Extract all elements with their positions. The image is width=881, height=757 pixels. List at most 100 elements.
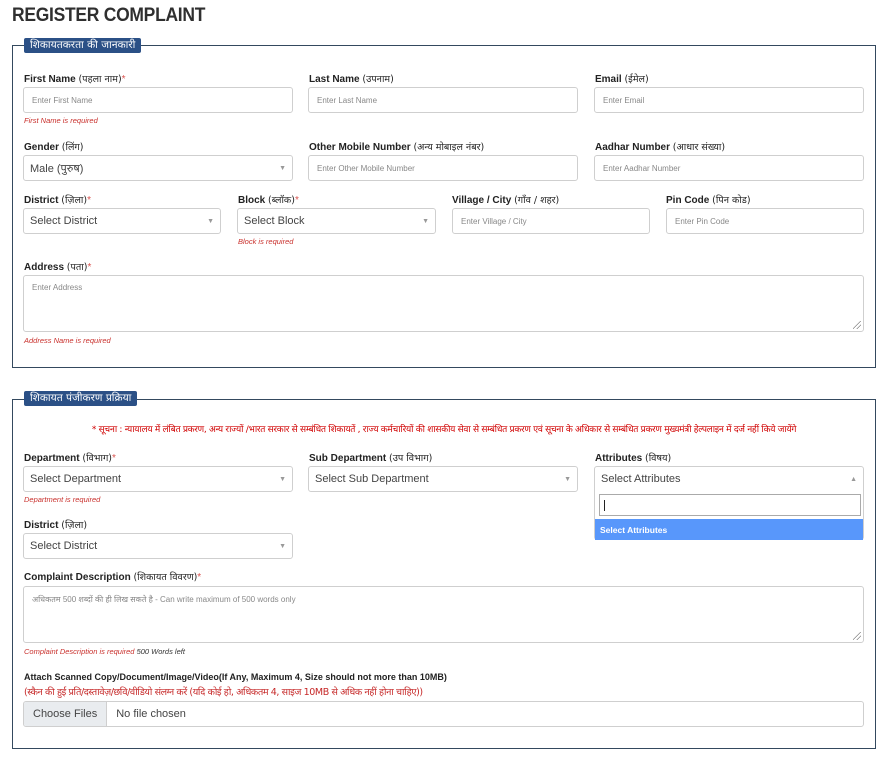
district-select[interactable]: Select District ▼ (23, 208, 221, 234)
chevron-down-icon: ▼ (422, 217, 429, 225)
village-label-hi: (गाँव / शहर) (514, 195, 560, 206)
block-label-hi: (ब्लॉक) (268, 195, 295, 206)
gender-select[interactable]: Male (पुरुष) ▼ (23, 155, 293, 181)
department-label-en: Department (24, 453, 80, 464)
district-label: District (ज़िला)* (24, 193, 91, 206)
attachment-label: Attach Scanned Copy/Document/Image/Video… (24, 672, 447, 682)
aadhar-label: Aadhar Number (आधार संख्या) (595, 140, 725, 153)
email-input[interactable]: Enter Email (594, 87, 864, 113)
chevron-down-icon: ▼ (207, 217, 214, 225)
description-label-hi: (शिकायत विवरण) (133, 572, 198, 583)
email-label-en: Email (595, 74, 622, 85)
sub-department-label-en: Sub Department (309, 453, 387, 464)
gender-label-hi: (लिंग) (61, 142, 84, 153)
description-label-en: Complaint Description (24, 572, 131, 583)
village-label-en: Village / City (452, 195, 512, 206)
department-select[interactable]: Select Department ▼ (23, 466, 293, 492)
attributes-selected-value: Select Attributes (601, 473, 681, 485)
description-error: Complaint Description is required 500 Wo… (24, 647, 185, 656)
complaint-district-select[interactable]: Select District ▼ (23, 533, 293, 559)
first-name-input[interactable]: Enter First Name (23, 87, 293, 113)
attributes-label-en: Attributes (595, 453, 643, 464)
department-error: Department is required (24, 495, 101, 504)
attributes-select[interactable]: Select Attributes ▲ (594, 466, 864, 492)
block-selected-value: Select Block (244, 215, 305, 227)
chevron-down-icon: ▼ (279, 164, 286, 172)
email-label: Email (ईमेल) (595, 72, 649, 85)
attributes-label-hi: (विषय) (645, 453, 672, 464)
required-mark: * (197, 572, 202, 583)
district-selected-value: Select District (30, 215, 98, 227)
first-name-label: First Name (पहला नाम)* (24, 72, 126, 85)
resize-handle-icon[interactable] (853, 632, 861, 640)
description-label: Complaint Description (शिकायत विवरण)* (24, 570, 201, 583)
gender-label-en: Gender (24, 142, 60, 153)
block-error: Block is required (238, 237, 294, 246)
required-mark: * (112, 453, 116, 464)
pin-code-label-en: Pin Code (666, 195, 710, 206)
required-mark: * (121, 74, 126, 85)
resize-handle-icon[interactable] (853, 321, 861, 329)
aadhar-input[interactable]: Enter Aadhar Number (594, 155, 864, 181)
address-label: Address (पता)* (24, 260, 91, 273)
complainant-info-legend: शिकायतकरता की जानकारी (24, 38, 142, 53)
file-input[interactable]: Choose Files No file chosen (23, 701, 864, 727)
description-error-text: Complaint Description is required (24, 647, 135, 656)
chevron-down-icon: ▼ (279, 542, 286, 550)
attributes-option[interactable]: Select Attributes (595, 519, 863, 540)
block-select[interactable]: Select Block ▼ (237, 208, 436, 234)
address-label-hi: (पता) (66, 262, 88, 273)
gender-label: Gender (लिंग) (24, 140, 83, 153)
village-label: Village / City (गाँव / शहर) (452, 193, 559, 206)
sub-department-label: Sub Department (उप विभाग) (309, 451, 432, 464)
attachment-label-hi: (स्कैन की हुई प्रति/दस्तावेज़/छवि/वीडियो… (24, 687, 423, 698)
first-name-label-en: First Name (24, 74, 76, 85)
choose-files-button[interactable]: Choose Files (24, 702, 108, 726)
last-name-label: Last Name (उपनाम) (309, 72, 394, 85)
pin-code-label-hi: (पिन कोड) (712, 195, 751, 206)
chevron-up-icon: ▲ (850, 475, 857, 483)
notice-text: * सूचना : न्यायालय में लंबित प्रकरण, अन्… (91, 425, 797, 435)
block-label: Block (ब्लॉक)* (238, 193, 299, 206)
email-label-hi: (ईमेल) (624, 74, 649, 85)
words-left-counter: 500 Words left (136, 647, 185, 656)
required-mark: * (294, 195, 299, 206)
district-label-en: District (24, 195, 59, 206)
gender-selected-value: Male (पुरुष) (30, 162, 84, 175)
text-caret (604, 500, 605, 511)
required-mark: * (87, 262, 92, 273)
chevron-down-icon: ▼ (564, 475, 571, 483)
block-label-en: Block (238, 195, 266, 206)
first-name-error: First Name is required (24, 116, 98, 125)
other-mobile-label-hi: (अन्य मोबाइल नंबर) (413, 142, 485, 153)
description-placeholder: अधिकतम 500 शब्दों की ही लिख सकते है - Ca… (32, 595, 296, 604)
complaint-district-label-hi: (ज़िला) (61, 520, 88, 531)
pin-code-input[interactable]: Enter Pin Code (666, 208, 864, 234)
attributes-dropdown: Select Attributes (594, 490, 864, 540)
address-label-en: Address (24, 262, 65, 273)
first-name-label-hi: (पहला नाम) (78, 74, 122, 85)
page-title: REGISTER COMPLAINT (12, 5, 206, 26)
pin-code-label: Pin Code (पिन कोड) (666, 193, 751, 206)
other-mobile-label: Other Mobile Number (अन्य मोबाइल नंबर) (309, 140, 484, 153)
last-name-label-en: Last Name (309, 74, 360, 85)
address-placeholder: Enter Address (32, 283, 83, 292)
address-error: Address Name is required (24, 336, 111, 345)
department-selected-value: Select Department (30, 473, 122, 485)
sub-department-label-hi: (उप विभाग) (389, 453, 433, 464)
department-label: Department (विभाग)* (24, 451, 116, 464)
sub-department-selected-value: Select Sub Department (315, 473, 429, 485)
chevron-down-icon: ▼ (279, 475, 286, 483)
last-name-input[interactable]: Enter Last Name (308, 87, 578, 113)
other-mobile-label-en: Other Mobile Number (309, 142, 411, 153)
attributes-label: Attributes (विषय) (595, 451, 671, 464)
description-textarea[interactable]: अधिकतम 500 शब्दों की ही लिख सकते है - Ca… (23, 586, 864, 643)
complaint-district-label: District (ज़िला) (24, 518, 87, 531)
attributes-search-input[interactable] (599, 494, 861, 516)
address-textarea[interactable]: Enter Address (23, 275, 864, 332)
complaint-district-selected-value: Select District (30, 540, 98, 552)
other-mobile-input[interactable]: Enter Other Mobile Number (308, 155, 578, 181)
sub-department-select[interactable]: Select Sub Department ▼ (308, 466, 578, 492)
village-input[interactable]: Enter Village / City (452, 208, 650, 234)
aadhar-label-hi: (आधार संख्या) (672, 142, 726, 153)
